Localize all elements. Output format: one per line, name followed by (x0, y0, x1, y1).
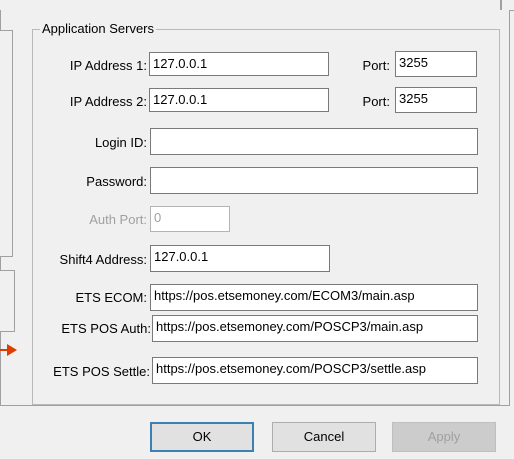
ets-pos-auth-label: ETS POS Auth: (61, 321, 151, 336)
shift4-address-label: Shift4 Address: (59, 252, 147, 267)
login-id-label: Login ID: (94, 135, 147, 150)
ip-address-2-label: IP Address 2: (69, 94, 147, 109)
ets-pos-settle-label: ETS POS Settle: (53, 364, 150, 379)
arrow-right-icon (7, 344, 17, 356)
auth-port-field: 0 (150, 206, 230, 232)
apply-button: Apply (392, 422, 496, 452)
ets-ecom-field[interactable]: https://pos.etsemoney.com/ECOM3/main.asp (150, 284, 478, 311)
port-2-label: Port: (362, 94, 390, 109)
ip-address-1-field[interactable]: 127.0.0.1 (149, 52, 329, 76)
port-2-field[interactable]: 3255 (395, 87, 477, 113)
group-title: Application Servers (40, 21, 156, 37)
shift4-address-field[interactable]: 127.0.0.1 (150, 245, 330, 272)
left-panel-edge-lower (0, 270, 15, 332)
ip-address-1-label: IP Address 1: (69, 58, 147, 73)
cancel-button[interactable]: Cancel (272, 422, 376, 452)
dialog-top-right-edge (500, 0, 502, 10)
password-label: Password: (86, 174, 147, 189)
ets-pos-auth-field[interactable]: https://pos.etsemoney.com/POSCP3/main.as… (152, 315, 478, 342)
ets-pos-settle-field[interactable]: https://pos.etsemoney.com/POSCP3/settle.… (152, 357, 478, 384)
ip-address-2-field[interactable]: 127.0.0.1 (149, 88, 329, 112)
ok-button[interactable]: OK (150, 422, 254, 452)
left-panel-edge-upper (0, 30, 13, 257)
login-id-field[interactable] (150, 128, 478, 155)
port-1-label: Port: (362, 58, 390, 73)
password-field[interactable] (150, 167, 478, 194)
ets-ecom-label: ETS ECOM: (75, 290, 147, 305)
port-1-field[interactable]: 3255 (395, 51, 477, 77)
auth-port-label: Auth Port: (89, 212, 147, 227)
